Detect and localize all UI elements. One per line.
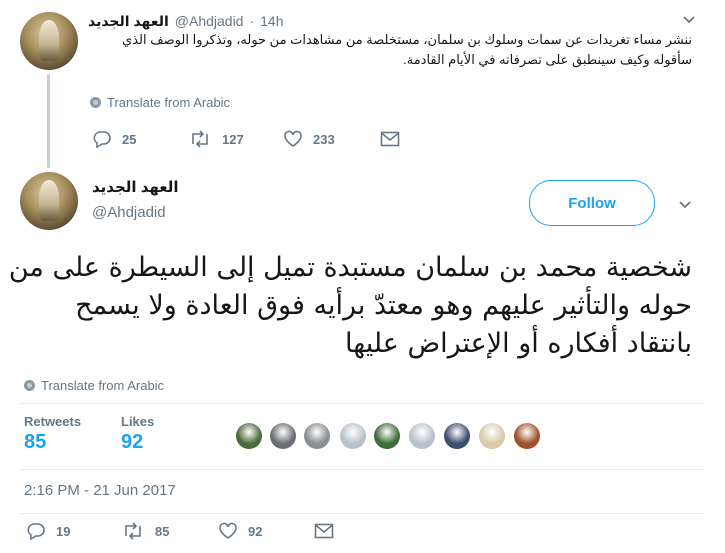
retweet-count: 127 bbox=[222, 131, 244, 147]
tweet-timestamp[interactable]: 2:16 PM - 21 Jun 2017 bbox=[24, 482, 176, 499]
divider bbox=[20, 403, 705, 404]
main-tweet-text: شخصية محمد بن سلمان مستبدة تميل إلى السي… bbox=[8, 249, 692, 363]
retweet-icon bbox=[192, 130, 208, 148]
like-button[interactable]: 233 bbox=[283, 130, 335, 148]
likes-stat[interactable]: Likes 92 bbox=[121, 414, 154, 454]
liker-avatar-4[interactable] bbox=[340, 423, 366, 449]
retweet-button[interactable]: 127 bbox=[188, 130, 244, 148]
reply-count: 25 bbox=[122, 131, 137, 147]
liker-avatar-7[interactable] bbox=[444, 423, 470, 449]
divider bbox=[20, 469, 705, 470]
avatar[interactable] bbox=[20, 172, 78, 230]
like-button[interactable]: 92 bbox=[218, 522, 262, 540]
liker-avatar-1[interactable] bbox=[236, 423, 262, 449]
tweet-time[interactable]: 14h bbox=[260, 13, 283, 29]
liker-avatar-2[interactable] bbox=[270, 423, 296, 449]
avatar[interactable] bbox=[20, 12, 78, 70]
liker-avatars bbox=[236, 423, 546, 451]
handle[interactable]: @Ahdjadid bbox=[92, 204, 166, 221]
reply-button[interactable]: 25 bbox=[92, 130, 136, 148]
reply-text-line-2: سأقوله وكيف سينطبق على تصرفاته في الأيام… bbox=[403, 52, 692, 67]
main-text-line-2: حوله والتأثير عليهم وهو معتدّ برأيه فوق … bbox=[75, 290, 692, 321]
direct-message-button[interactable] bbox=[314, 523, 334, 539]
like-count: 233 bbox=[313, 131, 335, 147]
heart-icon bbox=[284, 130, 302, 147]
display-name[interactable]: العهد الجديد bbox=[88, 13, 169, 30]
reply-icon bbox=[93, 131, 111, 148]
translate-link[interactable]: Translate from Arabic bbox=[24, 378, 164, 393]
main-text-line-3: بانتقاد أفكاره أو الإعتراض عليها bbox=[345, 328, 692, 359]
reply-tweet-header: العهد الجديد @Ahdjadid · 14h bbox=[88, 13, 284, 30]
retweets-value: 85 bbox=[24, 431, 47, 453]
reply-count: 19 bbox=[56, 523, 71, 539]
globe-icon bbox=[90, 97, 101, 108]
follow-button[interactable]: Follow bbox=[529, 180, 655, 226]
separator-dot: · bbox=[249, 13, 255, 29]
reply-icon bbox=[27, 523, 45, 540]
thread-connector-line bbox=[47, 74, 50, 168]
liker-avatar-9[interactable] bbox=[514, 423, 540, 449]
retweet-icon bbox=[125, 522, 141, 540]
envelope-icon bbox=[314, 523, 334, 539]
main-text-line-1: شخصية محمد بن سلمان مستبدة تميل إلى السي… bbox=[8, 252, 692, 283]
heart-icon bbox=[219, 522, 237, 539]
like-count: 92 bbox=[248, 523, 263, 539]
display-name[interactable]: العهد الجديد bbox=[92, 178, 179, 196]
translate-link[interactable]: Translate from Arabic bbox=[90, 95, 230, 110]
globe-icon bbox=[24, 380, 35, 391]
likes-value: 92 bbox=[121, 431, 144, 453]
follow-label: Follow bbox=[568, 194, 616, 212]
chevron-down-icon[interactable] bbox=[682, 12, 696, 28]
envelope-icon bbox=[380, 131, 400, 147]
chevron-down-icon[interactable] bbox=[678, 197, 692, 213]
liker-avatar-6[interactable] bbox=[409, 423, 435, 449]
likes-label: Likes bbox=[121, 414, 155, 429]
retweet-button[interactable]: 85 bbox=[121, 522, 169, 540]
reply-text-line-1: ننشر مساء تغريدات عن سمات وسلوك بن سلمان… bbox=[122, 32, 692, 47]
liker-avatar-3[interactable] bbox=[304, 423, 330, 449]
retweets-label: Retweets bbox=[24, 414, 82, 429]
reply-tweet-text: ننشر مساء تغريدات عن سمات وسلوك بن سلمان… bbox=[122, 30, 692, 70]
divider bbox=[20, 513, 705, 514]
handle[interactable]: @Ahdjadid bbox=[175, 13, 244, 29]
retweet-count: 85 bbox=[155, 523, 170, 539]
translate-label: Translate from Arabic bbox=[41, 378, 165, 393]
reply-button[interactable]: 19 bbox=[26, 522, 70, 540]
direct-message-button[interactable] bbox=[380, 131, 400, 147]
retweets-stat[interactable]: Retweets 85 bbox=[24, 414, 81, 454]
translate-label: Translate from Arabic bbox=[107, 95, 231, 110]
liker-avatar-5[interactable] bbox=[374, 423, 400, 449]
liker-avatar-8[interactable] bbox=[479, 423, 505, 449]
